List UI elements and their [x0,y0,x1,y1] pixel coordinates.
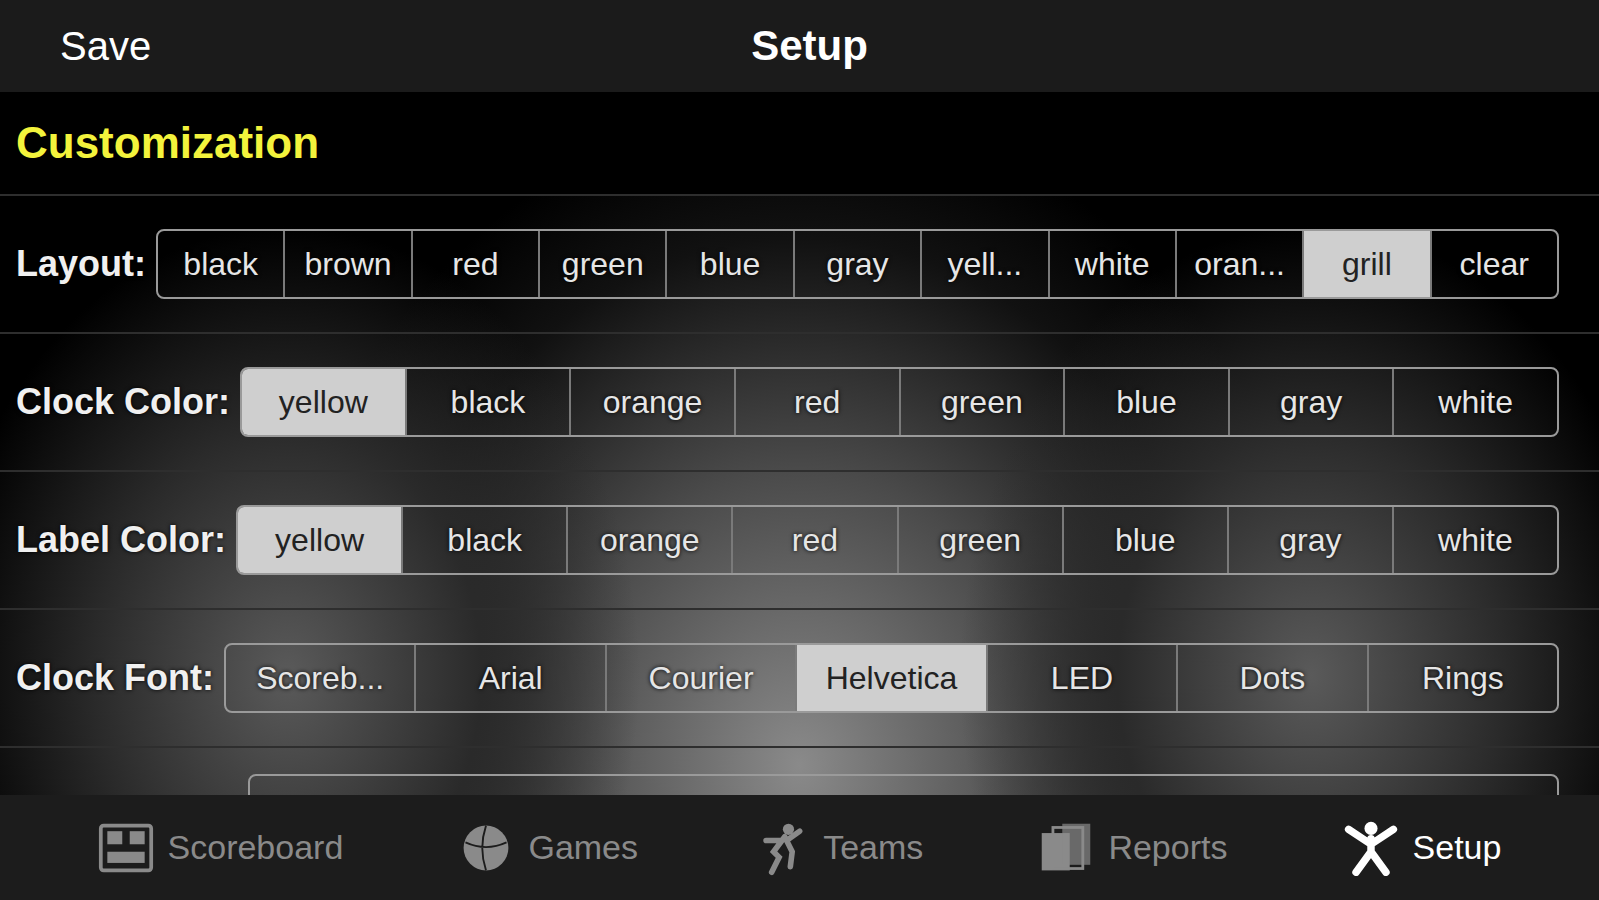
segment-option[interactable]: yellow [238,507,401,573]
segmented-control: blackbrownredgreenbluegrayyell...whiteor… [156,229,1559,299]
segment-option[interactable]: gray [1228,369,1393,435]
segment-option[interactable]: black [401,507,566,573]
segment-option[interactable]: white [1392,369,1557,435]
segment-option[interactable]: Arial [414,645,604,711]
basketball-photo: Layout:blackbrownredgreenbluegrayyell...… [0,196,1599,795]
tab-bar: Scoreboard Games Teams Reports Setup [0,795,1599,900]
scoreboard-icon [98,820,154,876]
tab-item[interactable]: Reports [1038,820,1227,876]
section-title: Customization [16,118,319,168]
setting-label: Label Color: [16,519,226,561]
segment-option[interactable]: white [1392,507,1557,573]
segment-option[interactable]: blue [1063,369,1228,435]
segment-option[interactable]: brown [283,231,410,297]
setting-row: Clock Font:Scoreb...ArialCourierHelvetic… [0,610,1599,748]
basketball-icon [458,820,514,876]
segment-option[interactable]: LED [986,645,1176,711]
tab-item[interactable]: Scoreboard [98,820,344,876]
setup-screen: SaveSetupCustomizationLayout:blackbrownr… [0,0,1599,900]
tab-label: Setup [1413,828,1502,867]
tab-label: Games [528,828,638,867]
segment-option[interactable]: white [1048,231,1175,297]
tab-label: Teams [823,828,923,867]
segment-option[interactable]: blue [665,231,792,297]
segment-option[interactable]: black [158,231,283,297]
segmented-control [248,774,1559,795]
segment-option[interactable]: green [538,231,665,297]
segment-option[interactable]: gray [793,231,920,297]
setting-label: Clock Font: [16,657,214,699]
segment-option[interactable]: orange [566,507,731,573]
setting-row-partial [0,748,1599,795]
segmented-control: Scoreb...ArialCourierHelveticaLEDDotsRin… [224,643,1559,713]
segment-option[interactable]: red [411,231,538,297]
segment-option[interactable]: Dots [1176,645,1366,711]
player-icon [753,820,809,876]
segment-option[interactable]: green [897,507,1062,573]
segment-option[interactable]: Courier [605,645,795,711]
tab-item[interactable]: Setup [1343,820,1502,876]
segment-option[interactable]: blue [1062,507,1227,573]
segment-option[interactable]: oran... [1175,231,1302,297]
tab-item[interactable]: Teams [753,820,923,876]
segment-option[interactable]: Scoreb... [226,645,414,711]
segment-option[interactable]: clear [1430,231,1557,297]
segmented-control: yellowblackorangeredgreenbluegraywhite [240,367,1559,437]
documents-icon [1038,820,1094,876]
setting-row: Label Color:yellowblackorangeredgreenblu… [0,472,1599,610]
segment-option[interactable]: Rings [1367,645,1557,711]
section-header: Customization [0,92,1599,196]
setup-figure-icon [1343,820,1399,876]
segment-option[interactable]: black [405,369,570,435]
segment-option[interactable]: red [731,507,896,573]
segment-option[interactable]: red [734,369,899,435]
segment-option[interactable]: gray [1227,507,1392,573]
segment-option[interactable]: orange [569,369,734,435]
setting-label: Clock Color: [16,381,230,423]
setting-row: Clock Color:yellowblackorangeredgreenblu… [0,334,1599,472]
tab-label: Reports [1108,828,1227,867]
tab-item[interactable]: Games [458,820,638,876]
segment-option[interactable]: yell... [920,231,1047,297]
nav-bar: SaveSetup [0,0,1599,92]
segment-option[interactable]: yellow [242,369,405,435]
settings-list: CustomizationLayout:blackbrownredgreenbl… [0,92,1599,795]
screen-title: Setup [260,22,1359,70]
tab-label: Scoreboard [168,828,344,867]
save-button[interactable]: Save [60,24,260,69]
setting-row: Layout:blackbrownredgreenbluegrayyell...… [0,196,1599,334]
segment-option[interactable]: Helvetica [795,645,985,711]
segment-option[interactable]: green [899,369,1064,435]
segment-option[interactable]: grill [1302,231,1429,297]
segmented-control: yellowblackorangeredgreenbluegraywhite [236,505,1559,575]
setting-label: Layout: [16,243,146,285]
